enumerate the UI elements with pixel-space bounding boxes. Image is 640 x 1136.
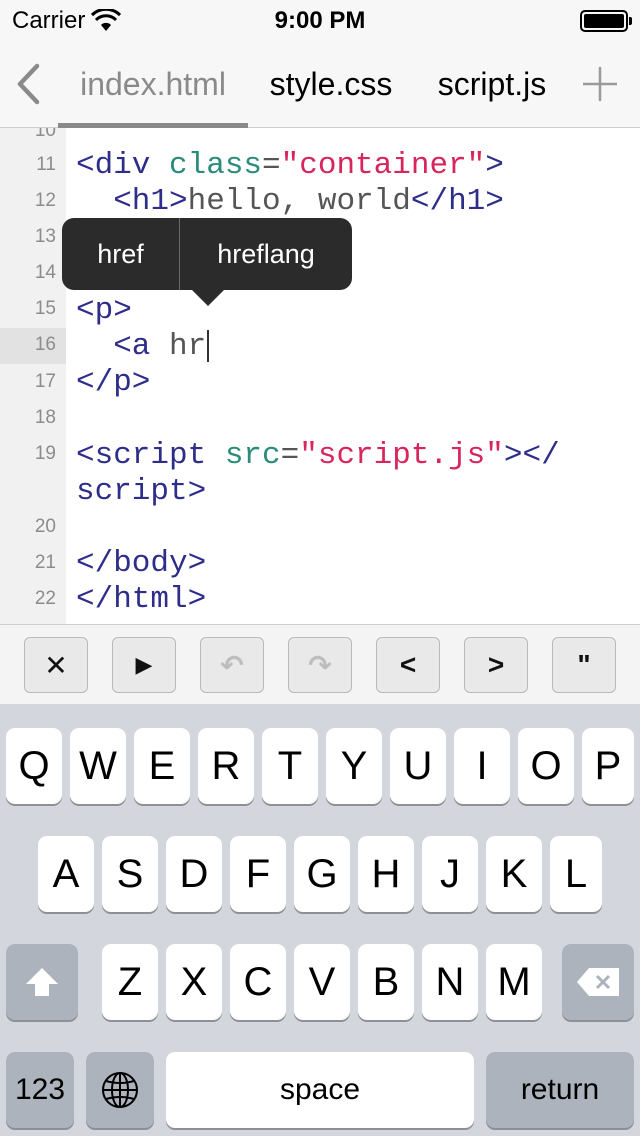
close-icon: ✕ [44,649,68,681]
redo-icon: ↷ [308,649,332,681]
file-tab-bar: index.html style.css script.js [0,40,640,128]
key-o[interactable]: O [518,728,574,804]
line-number: 12 [34,190,56,211]
line-number-gutter: 10 11 12 13 14 15 16 17 18 19 20 21 22 [0,128,66,624]
code-line-11: <div class="container"> [76,148,504,183]
autocomplete-popover: href hreflang [62,218,352,290]
key-f[interactable]: F [230,836,286,912]
undo-icon: ↶ [220,649,244,681]
backspace-key[interactable] [562,944,634,1020]
code-editor[interactable]: 10 11 12 13 14 15 16 17 18 19 20 21 22 <… [0,128,640,624]
insert-less-than-button[interactable]: < [376,637,440,693]
line-number: 10 [34,128,56,141]
code-line-22: </html> [76,582,207,617]
key-s[interactable]: S [102,836,158,912]
numbers-key[interactable]: 123 [6,1052,74,1128]
code-line-17: </p> [76,365,151,400]
key-l[interactable]: L [550,836,602,912]
suggestion-hreflang[interactable]: hreflang [180,218,352,290]
key-u[interactable]: U [390,728,446,804]
insert-quote-button[interactable]: " [552,637,616,693]
key-n[interactable]: N [422,944,478,1020]
key-a[interactable]: A [38,836,94,912]
key-w[interactable]: W [70,728,126,804]
add-tab-icon[interactable] [580,64,620,104]
text-caret [207,329,210,362]
key-g[interactable]: G [294,836,350,912]
key-x[interactable]: X [166,944,222,1020]
return-key[interactable]: return [486,1052,634,1128]
key-t[interactable]: T [262,728,318,804]
key-d[interactable]: D [166,836,222,912]
popover-arrow [192,290,224,306]
battery-icon [580,10,632,32]
code-line-15: <p> [76,293,132,328]
tab-style-css[interactable]: style.css [258,40,404,128]
line-number: 16 [34,334,56,355]
key-j[interactable]: J [422,836,478,912]
key-r[interactable]: R [198,728,254,804]
play-icon: ▶ [135,652,153,677]
key-h[interactable]: H [358,836,414,912]
line-number: 14 [34,262,56,283]
insert-greater-than-button[interactable]: > [464,637,528,693]
line-number: 13 [34,226,56,247]
key-c[interactable]: C [230,944,286,1020]
code-line-16: <a hr [76,329,210,365]
line-number: 21 [34,552,56,573]
key-z[interactable]: Z [102,944,158,1020]
suggestion-href[interactable]: href [62,218,179,290]
line-number: 18 [34,407,56,428]
code-line-19-wrap: script> [76,474,207,509]
shift-icon [26,968,58,996]
code-line-21: </body> [76,546,207,581]
code-line-19: <script src="script.js"></ [76,438,560,473]
key-i[interactable]: I [454,728,510,804]
tab-index-html[interactable]: index.html [58,40,248,128]
key-k[interactable]: K [486,836,542,912]
line-number: 22 [34,588,56,609]
back-button[interactable] [8,60,48,108]
keyboard: Q W E R T Y U I O P A S D F G H J K L Z … [0,704,640,1136]
chevron-left-icon [17,63,40,105]
key-y[interactable]: Y [326,728,382,804]
globe-key[interactable] [86,1052,154,1128]
undo-button[interactable]: ↶ [200,637,264,693]
line-number: 11 [36,154,56,175]
space-key[interactable]: space [166,1052,474,1128]
status-bar: Carrier 9:00 PM [0,0,640,40]
key-m[interactable]: M [486,944,542,1020]
line-number: 15 [34,298,56,319]
run-button[interactable]: ▶ [112,637,176,693]
status-time: 9:00 PM [274,7,366,34]
redo-button[interactable]: ↷ [288,637,352,693]
code-line-12: <h1>hello, world</h1> [76,184,504,219]
line-number: 20 [34,516,56,537]
globe-icon [102,1072,138,1108]
editor-accessory-bar: ✕ ▶ ↶ ↷ < > " [0,624,640,704]
key-q[interactable]: Q [6,728,62,804]
shift-key[interactable] [6,944,78,1020]
line-number: 19 [34,443,56,464]
key-b[interactable]: B [358,944,414,1020]
key-v[interactable]: V [294,944,350,1020]
tab-script-js[interactable]: script.js [426,40,558,128]
key-p[interactable]: P [582,728,634,804]
key-e[interactable]: E [134,728,190,804]
line-number: 17 [34,371,56,392]
close-keyboard-button[interactable]: ✕ [24,637,88,693]
backspace-icon [577,968,619,996]
